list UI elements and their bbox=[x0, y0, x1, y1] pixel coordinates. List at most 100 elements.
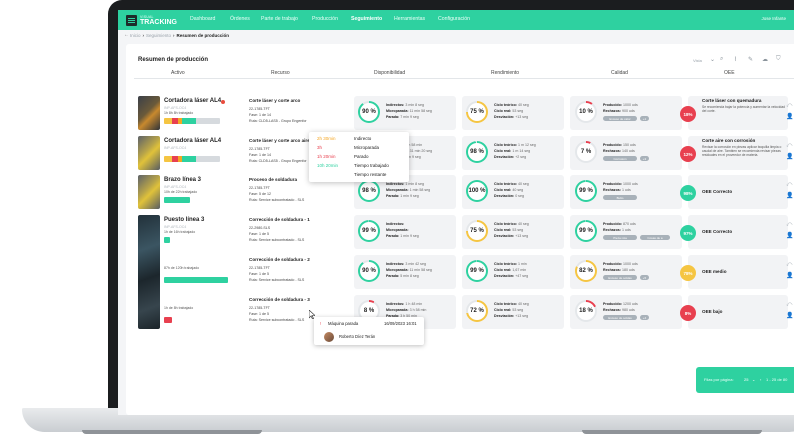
back-arrow-icon[interactable]: ← bbox=[124, 32, 129, 38]
performance-metric: Desviación:+13 seg bbox=[494, 115, 528, 119]
asset-work-status: 87h de 120h trabajado bbox=[164, 266, 200, 270]
asset-name[interactable]: Brazo línea 3 bbox=[164, 177, 201, 183]
oee-badge: 98% bbox=[680, 185, 696, 201]
job-route: Ruta: Service subcontratado - SLS bbox=[249, 198, 305, 202]
metric-label: Ciclo real: bbox=[494, 228, 512, 232]
reject-more-badge[interactable]: +5 bbox=[640, 275, 649, 280]
metric-value: 40 seg bbox=[517, 222, 529, 226]
reject-more-badge[interactable]: Cosas de a bbox=[640, 235, 670, 240]
time-breakdown-bar[interactable] bbox=[164, 156, 220, 162]
metric-value: 1200 uds bbox=[622, 302, 638, 306]
row-user-icon[interactable]: 👤 bbox=[786, 312, 793, 319]
row-user-icon[interactable]: 👤 bbox=[786, 192, 793, 199]
job-title[interactable]: Corrección de soldadura - 3 bbox=[249, 297, 310, 302]
row-action-icon[interactable]: ⤺ bbox=[786, 262, 792, 269]
popup-label-indirecto: Indirecto bbox=[354, 136, 372, 141]
popup-label-microparada: Microparada bbox=[354, 145, 380, 150]
tooltip-datetime: 16/09/2023 16:01 bbox=[384, 321, 417, 326]
job-title[interactable]: Corte láser y corte arco aire bbox=[249, 138, 310, 143]
metric-label: Desviación: bbox=[494, 234, 515, 238]
row-action-icon[interactable]: ⤺ bbox=[786, 222, 792, 229]
reject-reason-badge[interactable]: Corrosión bbox=[603, 156, 637, 161]
performance-metric: Ciclo teórico:40 seg bbox=[494, 182, 529, 186]
nav-herramientas[interactable]: Herramientas bbox=[394, 16, 425, 22]
nav-dashboard[interactable]: Dashboard bbox=[190, 16, 215, 22]
asset-name[interactable]: Cortadora láser AL4 bbox=[164, 138, 221, 144]
quality-metric: Producido:150 uds bbox=[603, 143, 636, 147]
row-action-icon[interactable]: ⤺ bbox=[786, 143, 792, 150]
quality-value: 10 % bbox=[577, 103, 595, 121]
performance-metric: Ciclo teórico:40 seg bbox=[494, 302, 529, 306]
metric-value: 3 min 42 seg bbox=[405, 262, 426, 266]
metric-value: 1,67 min bbox=[512, 268, 527, 272]
reject-reason-badge[interactable]: Bulto bbox=[603, 195, 637, 200]
asset-code: INP-AFS-OC4 bbox=[164, 146, 187, 150]
reject-reason-badge[interactable]: Exceso de calor bbox=[603, 116, 637, 121]
metric-value: +13 seg bbox=[515, 115, 529, 119]
search-icon[interactable]: ⌕ bbox=[720, 56, 723, 63]
job-title[interactable]: Proceso de soldadura bbox=[249, 177, 297, 182]
availability-metric: Microparada:3 h 58 min bbox=[386, 308, 426, 312]
attach-icon[interactable]: ⌇ bbox=[734, 56, 737, 63]
reject-reason-badge[interactable]: Pieza rota bbox=[603, 235, 637, 240]
reject-reason-badge[interactable]: Exceso de soldas bbox=[603, 275, 637, 280]
row-action-icon[interactable]: ⤺ bbox=[786, 182, 792, 189]
job-ref: 22-1785-TFT bbox=[249, 266, 270, 270]
rows-per-page-chevron-icon[interactable]: ⌄ bbox=[752, 377, 755, 382]
breadcrumb-home[interactable]: Inicio bbox=[130, 33, 141, 38]
filter-icon[interactable]: ⛉ bbox=[776, 56, 781, 63]
nav-ordenes[interactable]: Órdenes bbox=[230, 16, 250, 22]
row-user-icon[interactable]: 👤 bbox=[786, 113, 793, 120]
row-action-icon[interactable]: ⤺ bbox=[786, 302, 792, 309]
cloud-icon[interactable]: ☁ bbox=[762, 56, 768, 63]
reject-more-badge[interactable]: +4 bbox=[640, 315, 649, 320]
performance-metric: Desviación:0 seg bbox=[494, 194, 524, 198]
quality-metric: Rechazos:1 uds bbox=[603, 188, 631, 192]
metric-label: Microparada: bbox=[386, 188, 409, 192]
reject-more-badge[interactable]: +3 bbox=[640, 156, 649, 161]
edit-icon[interactable]: ✎ bbox=[748, 56, 753, 63]
availability-metric: Microparada:11 min 58 seg bbox=[386, 109, 432, 113]
breadcrumb-seguimiento[interactable]: Seguimiento bbox=[146, 33, 171, 38]
app-screen: VISUAL TRACKING Dashboard Órdenes Parte … bbox=[118, 10, 794, 415]
asset-code: INP-AFS-OC4 bbox=[164, 225, 187, 229]
job-title[interactable]: Corte láser y corte arco bbox=[249, 98, 300, 103]
view-chevron-icon[interactable]: ⌄ bbox=[710, 56, 715, 63]
metric-value: 3 min 8 seg bbox=[405, 103, 424, 107]
tooltip-alert-icon: ! bbox=[320, 321, 322, 326]
prev-page-icon[interactable]: ‹ bbox=[760, 377, 761, 382]
reject-more-badge[interactable]: +1 bbox=[640, 116, 649, 121]
row-user-icon[interactable]: 👤 bbox=[786, 232, 793, 239]
reject-reason-badge[interactable]: Exceso de soldas bbox=[603, 315, 637, 320]
availability-metric: Indirectos:3 min 8 seg bbox=[386, 103, 424, 107]
row-action-icon[interactable]: ⤺ bbox=[786, 103, 792, 110]
view-select[interactable]: Vista bbox=[693, 58, 702, 63]
time-breakdown-bar[interactable] bbox=[164, 118, 220, 124]
asset-name[interactable]: Cortadora láser AL4 bbox=[164, 98, 221, 104]
nav-configuracion[interactable]: Configuración bbox=[438, 16, 470, 22]
rows-per-page-select[interactable]: 25 bbox=[744, 377, 748, 382]
job-ref: 22-2980-SLS bbox=[249, 226, 271, 230]
asset-name[interactable]: Puesto línea 3 bbox=[164, 217, 204, 223]
job-title[interactable]: Corrección de soldadura - 2 bbox=[249, 257, 310, 262]
app-logo[interactable]: VISUAL TRACKING bbox=[126, 14, 177, 26]
nav-seguimiento[interactable]: Seguimiento bbox=[351, 16, 382, 22]
availability-metric: Indirectos:1 min 8 seg bbox=[386, 182, 424, 186]
row-user-icon[interactable]: 👤 bbox=[786, 153, 793, 160]
bar-segment bbox=[182, 118, 196, 124]
performance-metric: Ciclo real:53 seg bbox=[494, 109, 523, 113]
nav-parte-de-trabajo[interactable]: Parte de trabajo bbox=[261, 16, 298, 22]
availability-metric: Indirectos: bbox=[386, 222, 405, 226]
metric-value: 1 min 58 seg bbox=[409, 188, 431, 192]
metric-value: 3 h 58 min bbox=[409, 308, 427, 312]
availability-metric: Indirectos:3 min 42 seg bbox=[386, 262, 426, 266]
nav-produccion[interactable]: Producción bbox=[312, 16, 338, 22]
row-user-icon[interactable]: 👤 bbox=[786, 272, 793, 279]
metric-label: Indirectos: bbox=[386, 103, 405, 107]
col-header-activo: Activo bbox=[171, 70, 185, 76]
oee-title: OEE Correcto bbox=[702, 189, 733, 194]
job-title[interactable]: Corrección de soldadura - 1 bbox=[249, 217, 310, 222]
user-name[interactable]: Jose Infante bbox=[761, 16, 786, 21]
availability-metric: Microparada: bbox=[386, 228, 410, 232]
metric-label: Producido: bbox=[603, 222, 622, 226]
